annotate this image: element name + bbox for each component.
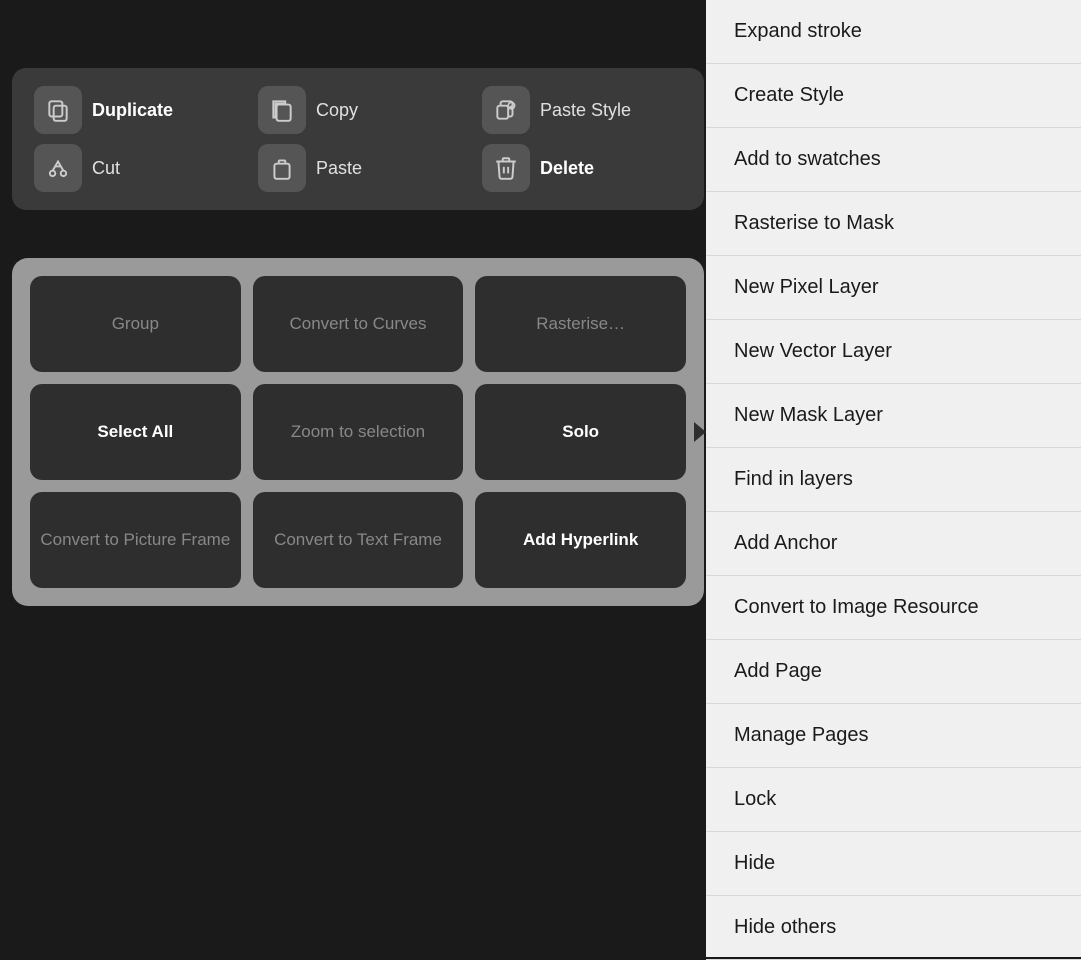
cut-label: Cut: [92, 158, 120, 179]
copy-icon: [258, 86, 306, 134]
clipboard-panel: Duplicate Copy Paste Style Cut: [12, 68, 704, 210]
rasterise-label: Rasterise…: [536, 313, 625, 335]
add-hyperlink-label: Add Hyperlink: [523, 529, 638, 551]
duplicate-icon: [34, 86, 82, 134]
menu-item-12[interactable]: Lock: [706, 768, 1081, 832]
menu-item-14[interactable]: Hide others: [706, 896, 1081, 960]
menu-item-4[interactable]: New Pixel Layer: [706, 256, 1081, 320]
menu-item-8[interactable]: Add Anchor: [706, 512, 1081, 576]
duplicate-button[interactable]: Duplicate: [34, 86, 234, 134]
list-panel: Expand strokeCreate StyleAdd to swatches…: [706, 0, 1081, 957]
convert-to-curves-button[interactable]: Convert to Curves: [253, 276, 464, 372]
menu-item-7[interactable]: Find in layers: [706, 448, 1081, 512]
menu-item-1[interactable]: Create Style: [706, 64, 1081, 128]
convert-to-curves-label: Convert to Curves: [289, 313, 426, 335]
duplicate-label: Duplicate: [92, 100, 173, 121]
copy-label: Copy: [316, 100, 358, 121]
delete-button[interactable]: Delete: [482, 144, 682, 192]
paste-button[interactable]: Paste: [258, 144, 458, 192]
paste-style-button[interactable]: Paste Style: [482, 86, 682, 134]
paste-style-label: Paste Style: [540, 100, 631, 121]
select-all-label: Select All: [97, 421, 173, 443]
menu-item-6[interactable]: New Mask Layer: [706, 384, 1081, 448]
menu-item-10[interactable]: Add Page: [706, 640, 1081, 704]
convert-to-text-frame-label: Convert to Text Frame: [274, 529, 442, 551]
group-label: Group: [112, 313, 159, 335]
menu-item-9[interactable]: Convert to Image Resource: [706, 576, 1081, 640]
convert-to-picture-frame-button[interactable]: Convert to Picture Frame: [30, 492, 241, 588]
menu-item-3[interactable]: Rasterise to Mask: [706, 192, 1081, 256]
convert-to-text-frame-button[interactable]: Convert to Text Frame: [253, 492, 464, 588]
cut-button[interactable]: Cut: [34, 144, 234, 192]
cut-icon: [34, 144, 82, 192]
clipboard-row-1: Duplicate Copy Paste Style: [34, 86, 682, 134]
solo-button[interactable]: Solo: [475, 384, 686, 480]
menu-item-2[interactable]: Add to swatches: [706, 128, 1081, 192]
clipboard-row-2: Cut Paste Delete: [34, 144, 682, 192]
menu-item-13[interactable]: Hide: [706, 832, 1081, 896]
paste-style-icon: [482, 86, 530, 134]
select-all-button[interactable]: Select All: [30, 384, 241, 480]
menu-item-11[interactable]: Manage Pages: [706, 704, 1081, 768]
delete-icon: [482, 144, 530, 192]
convert-to-picture-frame-label: Convert to Picture Frame: [40, 529, 230, 551]
paste-icon: [258, 144, 306, 192]
paste-label: Paste: [316, 158, 362, 179]
group-button[interactable]: Group: [30, 276, 241, 372]
add-hyperlink-button[interactable]: Add Hyperlink: [475, 492, 686, 588]
zoom-to-selection-button[interactable]: Zoom to selection: [253, 384, 464, 480]
solo-label: Solo: [562, 421, 599, 443]
rasterise-button[interactable]: Rasterise…: [475, 276, 686, 372]
delete-label: Delete: [540, 158, 594, 179]
zoom-to-selection-label: Zoom to selection: [291, 421, 425, 443]
copy-button[interactable]: Copy: [258, 86, 458, 134]
menu-item-0[interactable]: Expand stroke: [706, 0, 1081, 64]
grid-panel: Group Convert to Curves Rasterise… Selec…: [12, 258, 704, 606]
menu-item-5[interactable]: New Vector Layer: [706, 320, 1081, 384]
